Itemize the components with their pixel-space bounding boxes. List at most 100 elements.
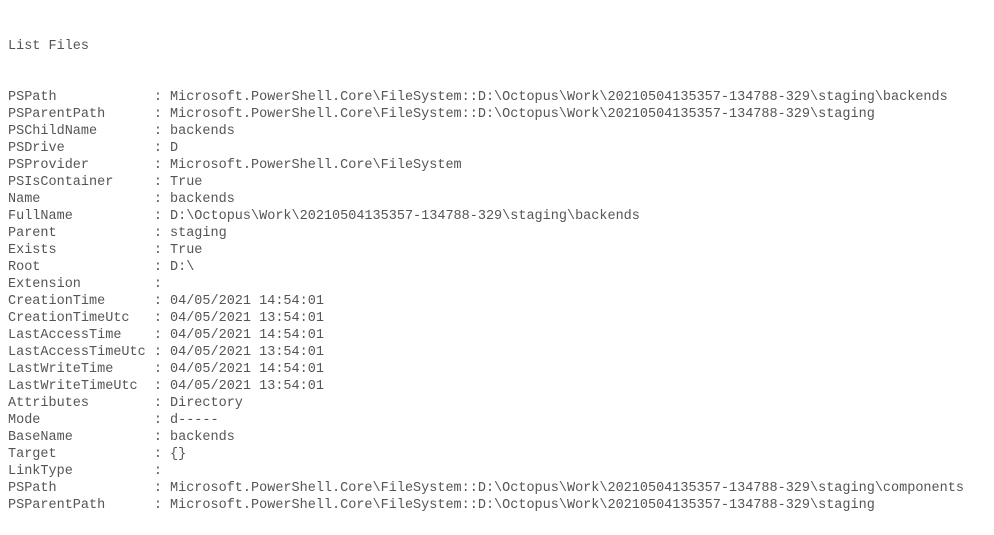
property-separator: : — [154, 276, 170, 293]
property-value: Microsoft.PowerShell.Core\FileSystem::D:… — [170, 106, 875, 123]
property-separator: : — [154, 293, 170, 310]
property-value: 04/05/2021 14:54:01 — [170, 361, 324, 378]
property-row: LinkType: — [8, 463, 994, 480]
property-key: LastAccessTime — [8, 327, 154, 344]
property-row: LastWriteTime: 04/05/2021 14:54:01 — [8, 361, 994, 378]
property-key: LastWriteTime — [8, 361, 154, 378]
property-separator: : — [154, 242, 170, 259]
property-key: LinkType — [8, 463, 154, 480]
property-row: Exists: True — [8, 242, 994, 259]
property-key: PSParentPath — [8, 497, 154, 514]
property-row: LastWriteTimeUtc: 04/05/2021 13:54:01 — [8, 378, 994, 395]
property-separator: : — [154, 344, 170, 361]
property-separator: : — [154, 327, 170, 344]
property-value: D:\Octopus\Work\20210504135357-134788-32… — [170, 208, 640, 225]
property-value: D:\ — [170, 259, 194, 276]
property-row: Name: backends — [8, 191, 994, 208]
property-row: PSPath: Microsoft.PowerShell.Core\FileSy… — [8, 89, 994, 106]
property-separator: : — [154, 497, 170, 514]
property-separator: : — [154, 412, 170, 429]
property-key: Parent — [8, 225, 154, 242]
property-value: True — [170, 242, 202, 259]
property-value: backends — [170, 123, 235, 140]
property-separator: : — [154, 191, 170, 208]
output-header-row: List Files — [8, 38, 994, 55]
property-key: PSDrive — [8, 140, 154, 157]
property-key: PSChildName — [8, 123, 154, 140]
property-value: staging — [170, 225, 227, 242]
property-value: Microsoft.PowerShell.Core\FileSystem::D:… — [170, 480, 964, 497]
property-value: d----- — [170, 412, 219, 429]
property-key: Target — [8, 446, 154, 463]
property-separator: : — [154, 208, 170, 225]
property-value: 04/05/2021 13:54:01 — [170, 310, 324, 327]
property-key: Mode — [8, 412, 154, 429]
property-value: Microsoft.PowerShell.Core\FileSystem::D:… — [170, 89, 948, 106]
property-value: Directory — [170, 395, 243, 412]
property-row: Extension: — [8, 276, 994, 293]
property-row: Parent: staging — [8, 225, 994, 242]
property-value: True — [170, 174, 202, 191]
property-row: PSParentPath: Microsoft.PowerShell.Core\… — [8, 497, 994, 514]
property-key: LastAccessTimeUtc — [8, 344, 154, 361]
property-key: PSIsContainer — [8, 174, 154, 191]
property-row: Root: D:\ — [8, 259, 994, 276]
property-value: 04/05/2021 13:54:01 — [170, 344, 324, 361]
property-value: D — [170, 140, 178, 157]
property-separator: : — [154, 157, 170, 174]
property-separator: : — [154, 174, 170, 191]
property-row: FullName: D:\Octopus\Work\20210504135357… — [8, 208, 994, 225]
property-key: Name — [8, 191, 154, 208]
property-value: backends — [170, 429, 235, 446]
property-key: FullName — [8, 208, 154, 225]
property-key: PSPath — [8, 89, 154, 106]
property-key: CreationTimeUtc — [8, 310, 154, 327]
property-row: LastAccessTime: 04/05/2021 14:54:01 — [8, 327, 994, 344]
property-separator: : — [154, 446, 170, 463]
property-row: LastAccessTimeUtc: 04/05/2021 13:54:01 — [8, 344, 994, 361]
property-separator: : — [154, 480, 170, 497]
property-key: Extension — [8, 276, 154, 293]
property-key: CreationTime — [8, 293, 154, 310]
property-row: PSParentPath: Microsoft.PowerShell.Core\… — [8, 106, 994, 123]
property-separator: : — [154, 463, 170, 480]
property-separator: : — [154, 140, 170, 157]
property-value: backends — [170, 191, 235, 208]
property-row: PSProvider: Microsoft.PowerShell.Core\Fi… — [8, 157, 994, 174]
property-separator: : — [154, 361, 170, 378]
property-value: 04/05/2021 13:54:01 — [170, 378, 324, 395]
property-separator: : — [154, 259, 170, 276]
property-row: CreationTimeUtc: 04/05/2021 13:54:01 — [8, 310, 994, 327]
property-row: PSChildName: backends — [8, 123, 994, 140]
property-key: LastWriteTimeUtc — [8, 378, 154, 395]
property-separator: : — [154, 106, 170, 123]
output-header: List Files — [8, 38, 89, 55]
property-row: PSIsContainer: True — [8, 174, 994, 191]
property-separator: : — [154, 225, 170, 242]
property-key: PSParentPath — [8, 106, 154, 123]
property-list: PSPath: Microsoft.PowerShell.Core\FileSy… — [8, 89, 994, 514]
property-separator: : — [154, 89, 170, 106]
property-key: Exists — [8, 242, 154, 259]
property-key: Root — [8, 259, 154, 276]
property-value: 04/05/2021 14:54:01 — [170, 327, 324, 344]
property-value: {} — [170, 446, 186, 463]
property-key: Attributes — [8, 395, 154, 412]
property-separator: : — [154, 310, 170, 327]
property-separator: : — [154, 123, 170, 140]
property-row: PSDrive: D — [8, 140, 994, 157]
property-separator: : — [154, 378, 170, 395]
property-separator: : — [154, 429, 170, 446]
property-value: Microsoft.PowerShell.Core\FileSystem — [170, 157, 462, 174]
property-key: BaseName — [8, 429, 154, 446]
property-row: CreationTime: 04/05/2021 14:54:01 — [8, 293, 994, 310]
property-value: 04/05/2021 14:54:01 — [170, 293, 324, 310]
property-separator: : — [154, 395, 170, 412]
property-row: BaseName: backends — [8, 429, 994, 446]
property-row: PSPath: Microsoft.PowerShell.Core\FileSy… — [8, 480, 994, 497]
property-key: PSPath — [8, 480, 154, 497]
terminal-output: List Files PSPath: Microsoft.PowerShell.… — [0, 0, 994, 535]
property-row: Mode: d----- — [8, 412, 994, 429]
property-row: Target: {} — [8, 446, 994, 463]
property-key: PSProvider — [8, 157, 154, 174]
